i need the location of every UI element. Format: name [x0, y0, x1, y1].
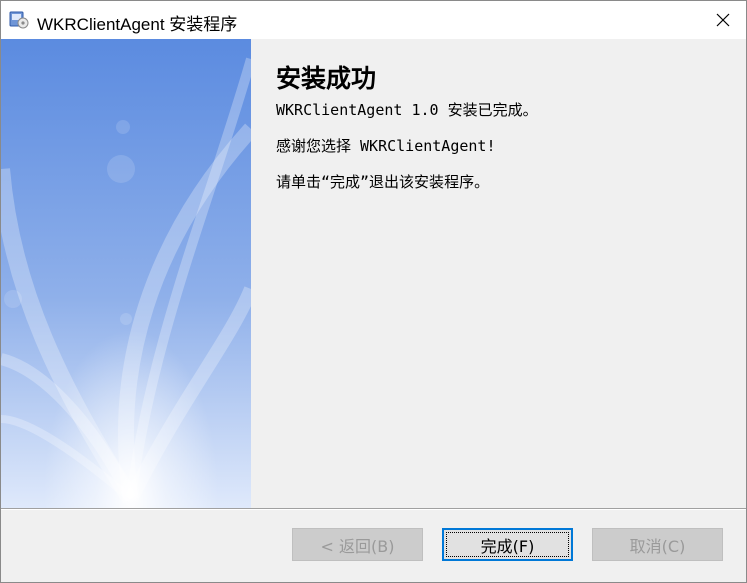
cancel-button[interactable]: 取消(C): [592, 528, 723, 561]
footer-divider: [1, 508, 746, 510]
back-button[interactable]: < 返回(B): [292, 528, 423, 561]
close-icon: [716, 13, 730, 27]
title-bar[interactable]: WKRClientAgent 安装程序: [1, 1, 746, 39]
installer-app-icon: [9, 11, 29, 29]
installer-window: WKRClientAgent 安装程序 安装成功 WKRClientAgent …: [0, 0, 747, 583]
wizard-banner-image: [1, 39, 251, 508]
close-button[interactable]: [700, 1, 746, 39]
finish-button[interactable]: 完成(F): [442, 528, 573, 561]
window-title: WKRClientAgent 安装程序: [37, 15, 238, 34]
thanks-message: 感谢您选择 WKRClientAgent!: [276, 137, 496, 155]
wizard-content: 安装成功 WKRClientAgent 1.0 安装已完成。 感谢您选择 WKR…: [251, 39, 746, 508]
instruction-message: 请单击“完成”退出该安装程序。: [276, 173, 490, 191]
completion-message: WKRClientAgent 1.0 安装已完成。: [276, 101, 538, 119]
page-heading: 安装成功: [276, 64, 377, 93]
